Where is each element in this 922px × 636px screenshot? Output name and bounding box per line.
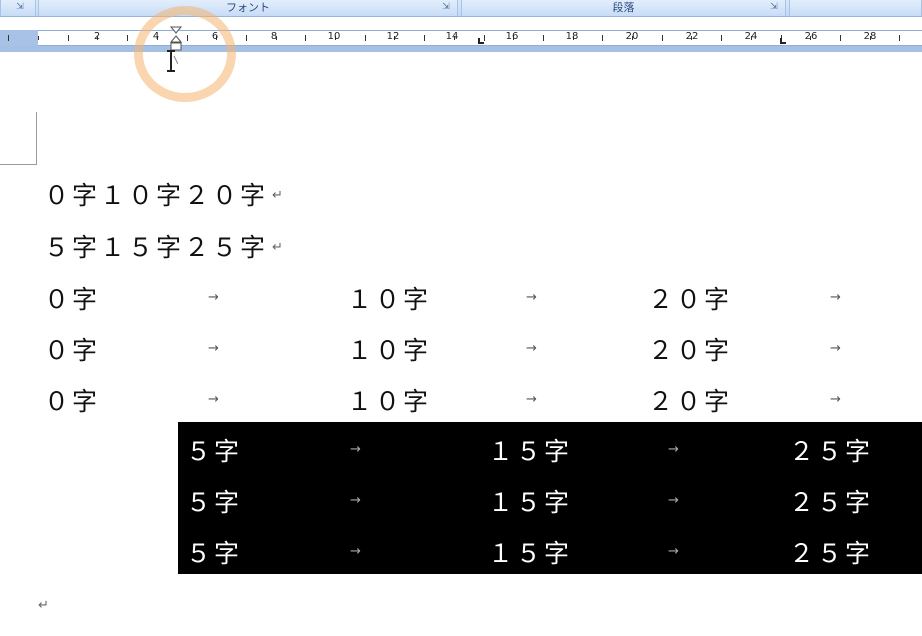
tab-arrow-icon: → [668,544,679,559]
document-line[interactable]: ５字１５字２５字 ↵ [0,228,922,268]
tab-arrow-icon: → [668,493,679,508]
ruler-number: 8 [270,31,278,42]
ruler-tick [246,35,247,41]
page-margin-corner-mark [0,112,37,165]
tabbed-line[interactable]: ０字 → １０字 → ２０字 → [0,382,922,422]
tab-cell-3: ２５字 [789,539,874,568]
paragraph-dialog-launcher-icon[interactable]: ⇲ [769,2,779,12]
tab-cell-1: ０字 [44,387,101,416]
clipboard-dialog-launcher-icon[interactable]: ⇲ [15,2,25,12]
paragraph-mark-icon: ↵ [38,598,49,613]
tab-cell-3: ２５字 [789,437,874,466]
ribbon-group-clipboard: ⇲ [0,0,36,16]
ruler-left-margin [0,30,38,46]
tab-cell-3: ２０字 [648,285,733,314]
mouse-cursor-icon [167,50,178,72]
ruler-tick [840,35,841,41]
ruler-number: 16 [505,31,519,42]
tab-cell-2: １０字 [347,387,432,416]
tab-cell-3: ２０字 [648,336,733,365]
tab-arrow-icon: → [526,290,537,305]
document-line[interactable]: ０字１０字２０字 ↵ [0,176,922,216]
ruler-number: 18 [565,31,579,42]
tab-arrow-icon: → [526,341,537,356]
ribbon-group-strip: ⇲ フォント ⇲ 段落 ⇲ [0,0,922,17]
ruler-tick [662,35,663,41]
ruler-number: 2 [93,31,101,42]
ruler-tick [899,35,900,41]
paragraph-mark-icon: ↵ [272,188,283,203]
tab-arrow-icon: → [830,341,841,356]
tab-cell-2: １５字 [488,437,573,466]
ruler-tick [127,35,128,41]
tab-cell-1: ５字 [186,539,243,568]
paragraph-group-label: 段落 [612,1,635,14]
font-group-label: フォント [226,1,270,14]
tab-cell-1: ０字 [44,285,101,314]
ruler-tick [68,35,69,41]
paragraph-mark-icon: ↵ [272,240,283,255]
tab-arrow-icon: → [350,493,361,508]
ruler-number: 24 [744,31,758,42]
tab-arrow-icon: → [350,544,361,559]
ruler-tick [8,35,9,41]
line-text: ０字１０字２０字 [44,181,269,210]
tabbed-line[interactable]: ０字 → １０字 → ２０字 → [0,331,922,371]
ruler-tick [38,36,39,40]
ruler-number: 12 [386,31,400,42]
line-text: ５字１５字２５字 [44,233,269,262]
ruler-number: 20 [625,31,639,42]
selected-tabbed-line[interactable]: ５字 → １５字 → ２５字 [178,534,922,574]
ruler-tick [602,35,603,41]
tab-arrow-icon: → [208,392,219,407]
cursor-highlight-ring [134,6,236,102]
tab-cell-2: １５字 [488,539,573,568]
tab-arrow-icon: → [208,341,219,356]
ruler-tick [543,35,544,41]
ruler-number: 14 [445,31,459,42]
tab-cell-3: ２５字 [789,488,874,517]
tab-cell-2: １５字 [488,488,573,517]
ribbon-group-font: フォント ⇲ [38,0,458,16]
selected-text-block[interactable]: ５字 → １５字 → ２５字 ５字 → １５字 → ２５字 ５字 → １５字 →… [178,422,922,574]
ruler-tick [305,35,306,41]
tab-arrow-icon: → [830,290,841,305]
selected-tabbed-line[interactable]: ５字 → １５字 → ２５字 [178,432,922,472]
tab-cell-1: ０字 [44,336,101,365]
tab-cell-2: １０字 [347,285,432,314]
tab-arrow-icon: → [208,290,219,305]
ruler-number: 26 [804,31,818,42]
ruler-number: 10 [327,31,341,42]
font-dialog-launcher-icon[interactable]: ⇲ [441,2,451,12]
ruler-tick [721,35,722,41]
ruler-tick [365,35,366,41]
tab-arrow-icon: → [350,442,361,457]
ruler-number: 22 [685,31,699,42]
ruler-tab-stop[interactable] [780,38,786,44]
tab-arrow-icon: → [668,442,679,457]
tab-cell-2: １０字 [347,336,432,365]
tab-arrow-icon: → [830,392,841,407]
tab-cell-1: ５字 [186,437,243,466]
tab-cell-3: ２０字 [648,387,733,416]
ribbon-group-paragraph: 段落 ⇲ [461,0,786,16]
tab-cell-1: ５字 [186,488,243,517]
tabbed-line[interactable]: ０字 → １０字 → ２０字 → [0,280,922,320]
ruler-tab-stop[interactable] [478,38,484,44]
selected-tabbed-line[interactable]: ５字 → １５字 → ２５字 [178,483,922,523]
ruler-number: 28 [863,31,877,42]
ruler-tick [424,35,425,41]
tab-arrow-icon: → [526,392,537,407]
ruler-tick [484,35,485,41]
ribbon-group-styles [789,0,922,16]
